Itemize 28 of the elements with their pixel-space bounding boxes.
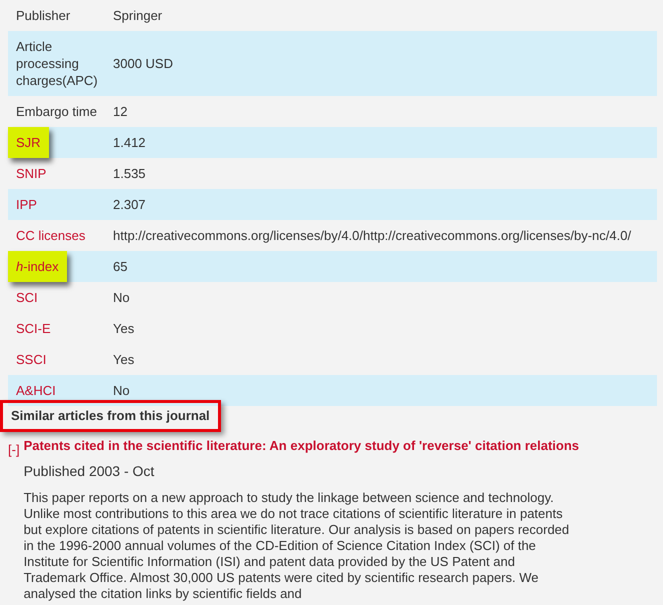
field-value: Yes <box>113 321 134 336</box>
metric-link[interactable]: IPP <box>8 189 45 220</box>
field-label: Article processing charges(APC) <box>15 38 99 90</box>
published-date: Published 2003 - Oct <box>24 462 156 481</box>
field-value: No <box>113 383 130 398</box>
field-value: 12 <box>113 104 128 119</box>
article-title-link[interactable]: Patents cited in the scientific literature: An exploratory study of 'reverse' citation relations <box>24 436 663 455</box>
field-value: 1.535 <box>113 166 146 181</box>
collapse-toggle[interactable]: [-] <box>8 436 20 602</box>
field-label: Embargo time <box>15 103 98 121</box>
metric-link[interactable]: SCI-E <box>8 313 59 344</box>
field-value: 1.412 <box>113 135 146 150</box>
metric-link[interactable]: SSCI <box>8 344 54 375</box>
metric-link[interactable]: h-index <box>8 251 67 282</box>
field-value: 65 <box>113 259 128 274</box>
metric-link[interactable]: SJR <box>8 127 49 158</box>
article-abstract: This paper reports on a new approach to study the linkage between science and technology. Unlike most contributions to this area we do not trace citations of scientific literature in patents but explore citations of patents in scientific literature. Our analysis is based on papers recorded in the 1996-2000 annual volumes of the CD-Edition of Science Citation Index (SCI) of the Institute for Scientific Information (ISI) and patent data provided by the US Patent and Trademark Office. Almost 30,000 US patents were cited by scientific research papers. We analysed the citation links by scientific fields and <box>24 490 570 602</box>
metric-link[interactable]: CC licenses <box>8 220 94 251</box>
metric-link[interactable]: SNIP <box>8 158 54 189</box>
section-heading: Similar articles from this journal <box>0 400 221 432</box>
field-value: 3000 USD <box>113 56 173 71</box>
field-value: Yes <box>113 352 134 367</box>
field-value: http://creativecommons.org/licenses/by/4.0/http://creativecommons.org/licenses/by-nc/4.0/ <box>113 228 632 243</box>
field-value: No <box>113 290 130 305</box>
field-value: Springer <box>113 8 162 23</box>
field-value: 2.307 <box>113 197 146 212</box>
field-label: Publisher <box>15 7 72 25</box>
metric-link[interactable]: SCI <box>8 282 46 313</box>
